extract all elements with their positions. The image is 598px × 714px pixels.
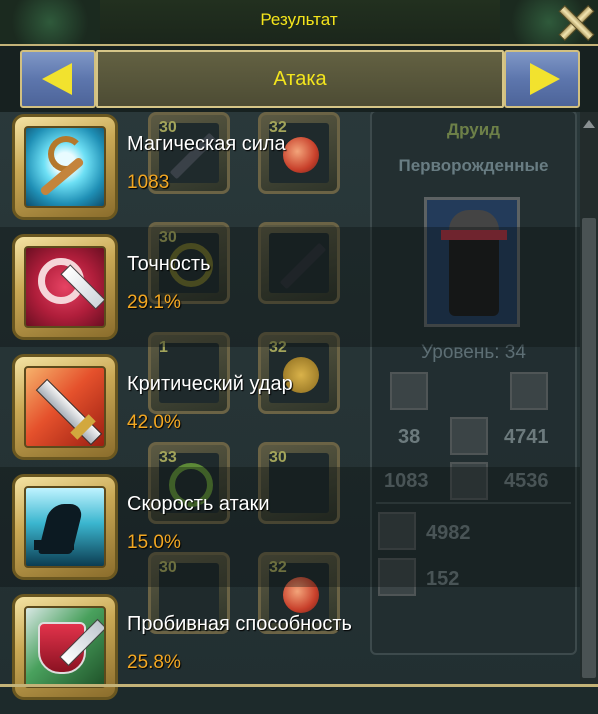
- tab-selector: Атака: [0, 44, 598, 112]
- next-tab-button[interactable]: [504, 50, 580, 108]
- list-item[interactable]: Пробивная способность 25.8%: [0, 594, 580, 714]
- scroll-up-icon[interactable]: [583, 120, 595, 128]
- current-tab: Атака: [96, 50, 504, 108]
- stat-value: 42.0%: [127, 412, 181, 433]
- stat-name: Пробивная способность: [127, 613, 352, 635]
- stat-name: Критический удар: [127, 373, 293, 395]
- stat-value: 25.8%: [127, 652, 181, 673]
- stat-value: 15.0%: [127, 532, 181, 553]
- close-icon[interactable]: [556, 2, 595, 42]
- magic-staff-icon: [12, 114, 118, 220]
- list-item[interactable]: Скорость атаки 15.0%: [0, 474, 580, 594]
- attack-speed-icon: [12, 474, 118, 580]
- stat-name: Магическая сила: [127, 133, 286, 155]
- stat-value: 1083: [127, 172, 170, 193]
- prev-tab-button[interactable]: [20, 50, 96, 108]
- critical-sword-icon: [12, 354, 118, 460]
- stat-name: Точность: [127, 253, 211, 275]
- window-title: Результат: [260, 10, 338, 29]
- scrollbar-thumb[interactable]: [582, 218, 596, 678]
- arrow-left-icon: [42, 63, 72, 95]
- list-item[interactable]: Магическая сила 1083: [0, 114, 580, 234]
- stat-value: 29.1%: [127, 292, 181, 313]
- stat-name: Скорость атаки: [127, 493, 270, 515]
- list-item[interactable]: Критический удар 42.0%: [0, 354, 580, 474]
- arrow-right-icon: [530, 63, 560, 95]
- title-bar: Результат: [0, 0, 598, 44]
- list-item[interactable]: Точность 29.1%: [0, 234, 580, 354]
- accuracy-target-icon: [12, 234, 118, 340]
- tab-label: Атака: [273, 68, 327, 90]
